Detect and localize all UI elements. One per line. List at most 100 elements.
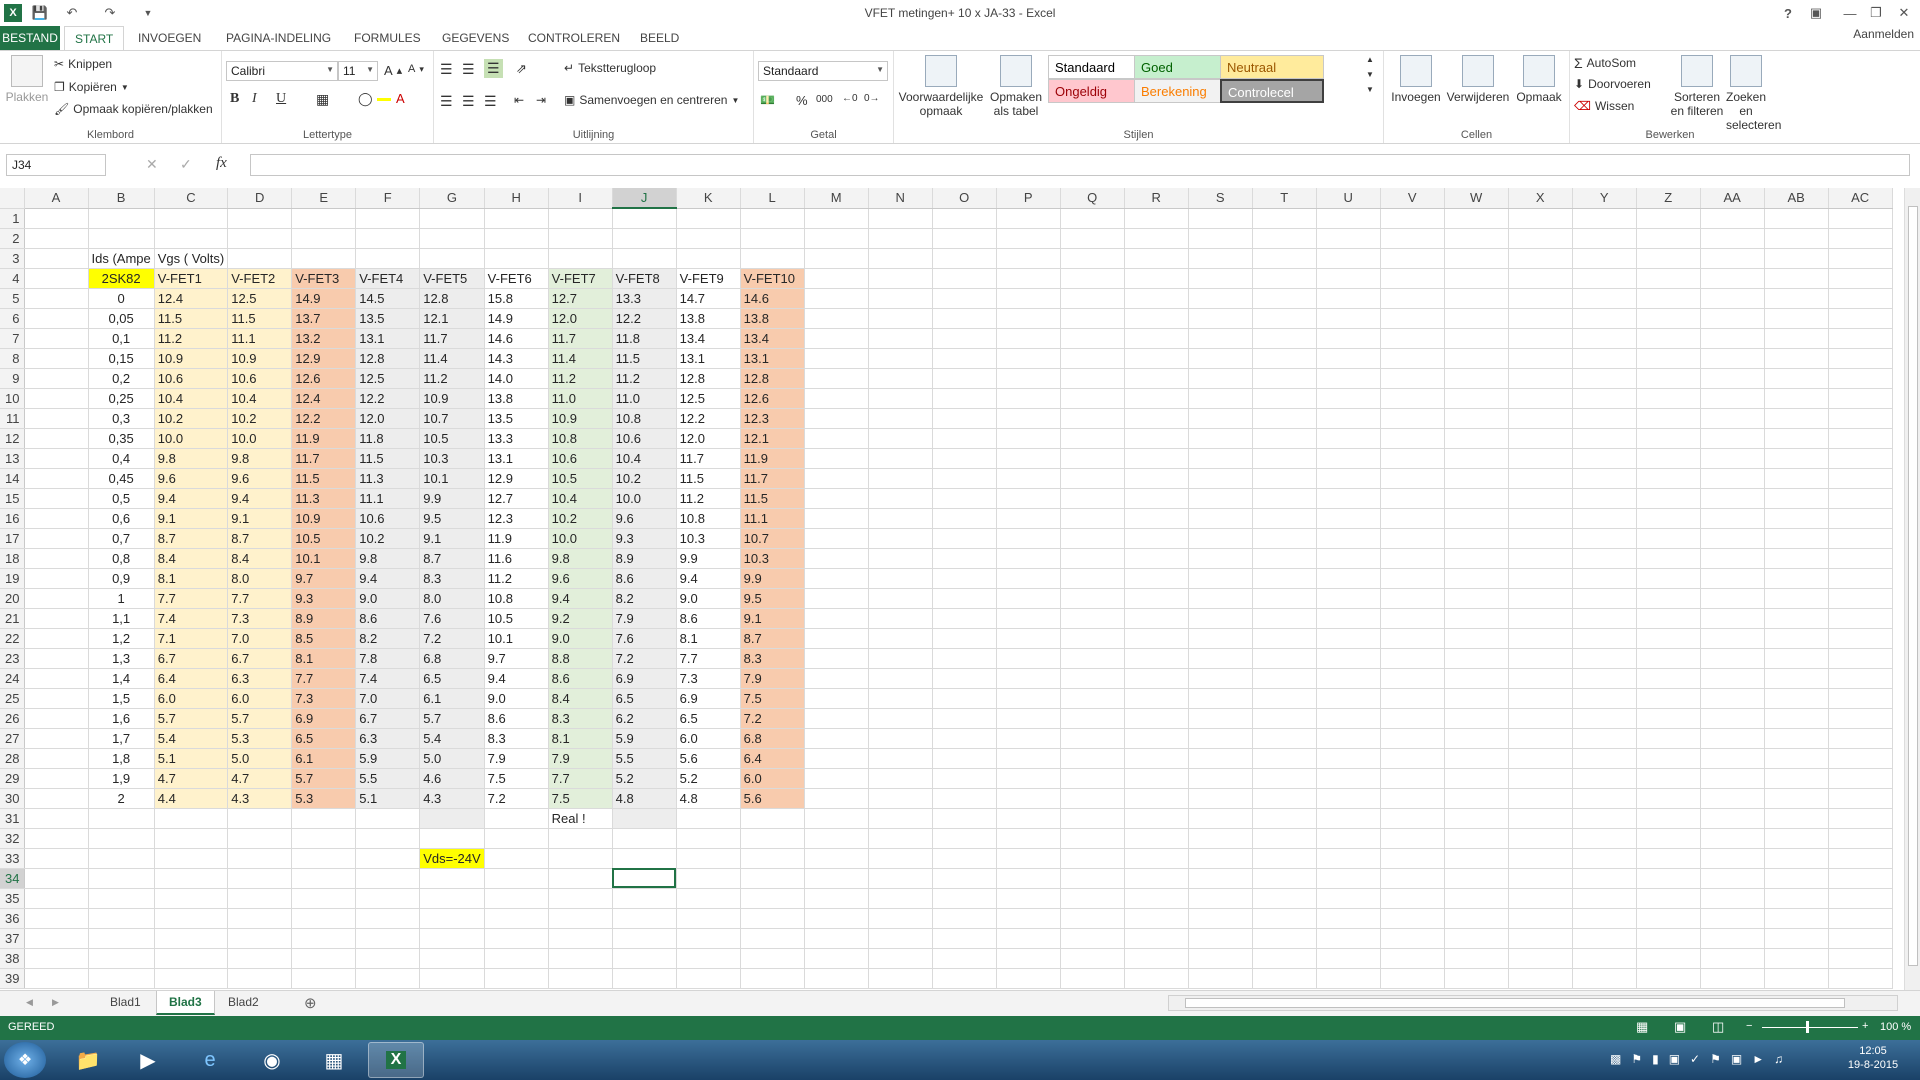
- cell-i27[interactable]: 8.1: [548, 728, 613, 749]
- cell-o4[interactable]: [932, 268, 997, 289]
- cell-p16[interactable]: [996, 508, 1061, 529]
- cell-q37[interactable]: [1060, 928, 1125, 949]
- cell-a32[interactable]: [24, 828, 89, 849]
- cell-k18[interactable]: 9.9: [676, 548, 741, 569]
- cell-s36[interactable]: [1188, 908, 1253, 929]
- cell-z1[interactable]: [1636, 208, 1701, 229]
- cell-aa39[interactable]: [1700, 968, 1765, 989]
- tab-home[interactable]: START: [64, 26, 125, 51]
- cell-s21[interactable]: [1188, 608, 1253, 629]
- tab-insert[interactable]: INVOEGEN: [128, 26, 211, 50]
- cell-c30[interactable]: 4.4: [154, 788, 229, 809]
- cell-a23[interactable]: [24, 648, 89, 669]
- cell-y7[interactable]: [1572, 328, 1637, 349]
- cell-t27[interactable]: [1252, 728, 1317, 749]
- minimize-icon[interactable]: —: [1840, 3, 1860, 23]
- cell-c13[interactable]: 9.8: [154, 448, 229, 469]
- cell-e18[interactable]: 10.1: [291, 548, 357, 569]
- row-header-26[interactable]: 26: [0, 708, 25, 729]
- cell-z21[interactable]: [1636, 608, 1701, 629]
- cell-f3[interactable]: [355, 248, 421, 269]
- row-header-6[interactable]: 6: [0, 308, 25, 329]
- cell-v7[interactable]: [1380, 328, 1445, 349]
- fill-button[interactable]: ⬇ Doorvoeren: [1574, 77, 1651, 91]
- cell-y10[interactable]: [1572, 388, 1637, 409]
- cell-h29[interactable]: 7.5: [484, 768, 549, 789]
- cell-aa5[interactable]: [1700, 288, 1765, 309]
- cell-b31[interactable]: [88, 808, 155, 829]
- cell-v8[interactable]: [1380, 348, 1445, 369]
- column-header-aa[interactable]: AA: [1700, 188, 1765, 209]
- column-header-a[interactable]: A: [24, 188, 89, 209]
- cell-l22[interactable]: 8.7: [740, 628, 805, 649]
- vertical-scrollbar[interactable]: [1904, 188, 1920, 990]
- cell-s12[interactable]: [1188, 428, 1253, 449]
- cell-i5[interactable]: 12.7: [548, 288, 613, 309]
- cell-y20[interactable]: [1572, 588, 1637, 609]
- cell-x23[interactable]: [1508, 648, 1573, 669]
- cell-d15[interactable]: 9.4: [227, 488, 293, 509]
- cell-b36[interactable]: [88, 908, 155, 929]
- cell-n26[interactable]: [868, 708, 933, 729]
- cell-m23[interactable]: [804, 648, 869, 669]
- cell-r28[interactable]: [1124, 748, 1189, 769]
- cell-k2[interactable]: [676, 228, 741, 249]
- cell-ac21[interactable]: [1828, 608, 1893, 629]
- increase-indent-icon[interactable]: ⇥: [536, 93, 546, 107]
- cell-u17[interactable]: [1316, 528, 1381, 549]
- cell-z9[interactable]: [1636, 368, 1701, 389]
- cell-q30[interactable]: [1060, 788, 1125, 809]
- cell-r29[interactable]: [1124, 768, 1189, 789]
- cell-q12[interactable]: [1060, 428, 1125, 449]
- cell-e12[interactable]: 11.9: [291, 428, 357, 449]
- media-center-icon[interactable]: ◉: [244, 1042, 300, 1078]
- cell-h26[interactable]: 8.6: [484, 708, 549, 729]
- cell-w15[interactable]: [1444, 488, 1509, 509]
- cell-b29[interactable]: 1,9: [88, 768, 155, 789]
- cell-n5[interactable]: [868, 288, 933, 309]
- cell-z6[interactable]: [1636, 308, 1701, 329]
- cell-g16[interactable]: 9.5: [419, 508, 485, 529]
- cell-b11[interactable]: 0,3: [88, 408, 155, 429]
- cell-x38[interactable]: [1508, 948, 1573, 969]
- add-sheet-icon[interactable]: ⊕: [304, 994, 317, 1012]
- cell-z8[interactable]: [1636, 348, 1701, 369]
- cell-w14[interactable]: [1444, 468, 1509, 489]
- cell-i7[interactable]: 11.7: [548, 328, 613, 349]
- cell-aa33[interactable]: [1700, 848, 1765, 869]
- cell-aa36[interactable]: [1700, 908, 1765, 929]
- align-middle-icon[interactable]: ☰: [462, 61, 475, 78]
- cell-x16[interactable]: [1508, 508, 1573, 529]
- cell-t5[interactable]: [1252, 288, 1317, 309]
- cell-p13[interactable]: [996, 448, 1061, 469]
- cell-j10[interactable]: 11.0: [612, 388, 677, 409]
- cell-x19[interactable]: [1508, 568, 1573, 589]
- cell-e35[interactable]: [291, 888, 357, 909]
- cell-a9[interactable]: [24, 368, 89, 389]
- cell-ab37[interactable]: [1764, 928, 1829, 949]
- cell-z37[interactable]: [1636, 928, 1701, 949]
- cell-z26[interactable]: [1636, 708, 1701, 729]
- cell-ac25[interactable]: [1828, 688, 1893, 709]
- cell-b35[interactable]: [88, 888, 155, 909]
- cell-d32[interactable]: [227, 828, 293, 849]
- cell-c25[interactable]: 6.0: [154, 688, 229, 709]
- cell-o22[interactable]: [932, 628, 997, 649]
- cell-ab26[interactable]: [1764, 708, 1829, 729]
- cell-t31[interactable]: [1252, 808, 1317, 829]
- horizontal-scrollbar[interactable]: [1168, 995, 1898, 1011]
- cell-r11[interactable]: [1124, 408, 1189, 429]
- cell-e25[interactable]: 7.3: [291, 688, 357, 709]
- cell-t10[interactable]: [1252, 388, 1317, 409]
- cell-g33[interactable]: Vds=-24V: [419, 848, 485, 869]
- cell-n10[interactable]: [868, 388, 933, 409]
- cell-i3[interactable]: [548, 248, 613, 269]
- cell-i12[interactable]: 10.8: [548, 428, 613, 449]
- cell-d16[interactable]: 9.1: [227, 508, 293, 529]
- cell-d35[interactable]: [227, 888, 293, 909]
- cell-l20[interactable]: 9.5: [740, 588, 805, 609]
- cell-n11[interactable]: [868, 408, 933, 429]
- cell-aa27[interactable]: [1700, 728, 1765, 749]
- cell-p27[interactable]: [996, 728, 1061, 749]
- cell-ab28[interactable]: [1764, 748, 1829, 769]
